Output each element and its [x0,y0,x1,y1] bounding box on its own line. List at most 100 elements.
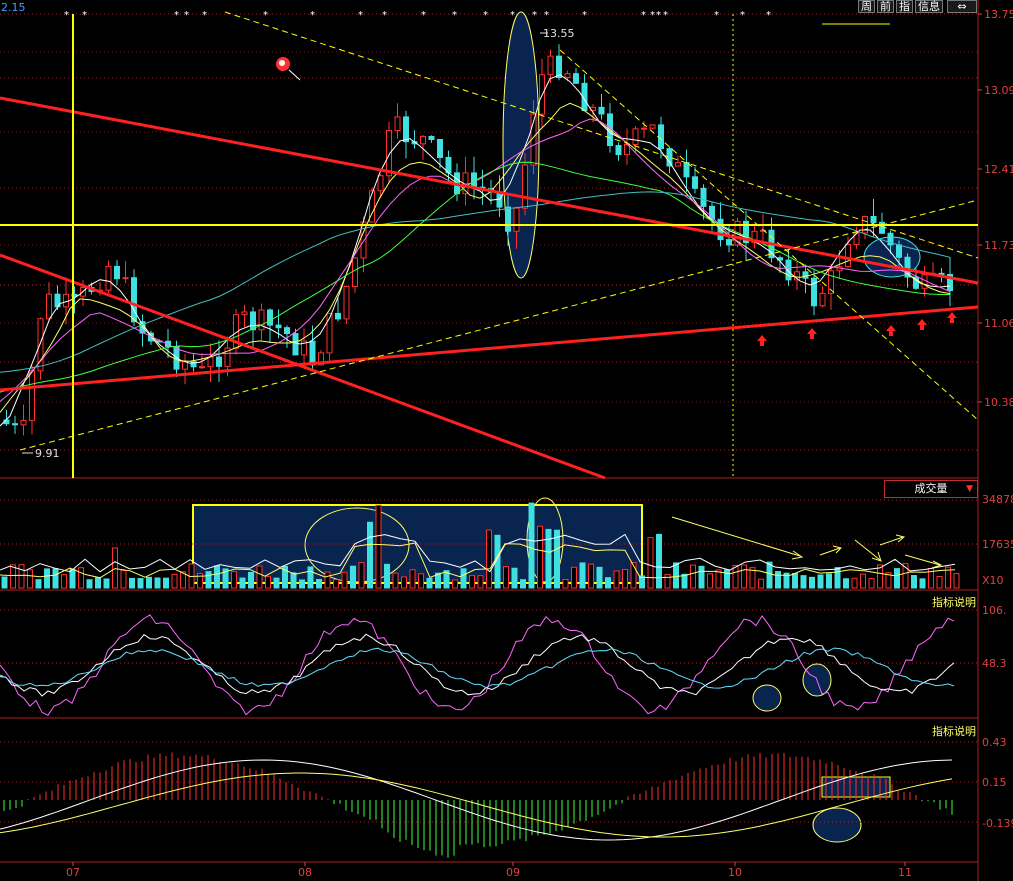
candle-body [63,293,69,308]
volume-bar [333,579,339,589]
volume-bar [44,568,50,589]
volume-bar [860,573,866,589]
toolbar-button-info[interactable]: 信息 [915,0,943,13]
candle-body [437,138,443,158]
volume-bar [919,578,926,589]
volume-bar [562,578,569,589]
candle-body [352,257,358,287]
toolbar-button-week[interactable]: 周 [858,0,875,13]
candle-body [819,292,826,307]
volume-bar [622,569,628,589]
volume-bar [214,565,220,589]
pin-icon[interactable] [276,57,301,81]
volume-select-label: 成交量 [914,482,948,495]
volume-bar [664,573,671,589]
candle-body [896,244,902,258]
toolbar-button-indicator[interactable]: 指 [896,0,913,13]
volume-bar [129,577,135,589]
candle-body [683,162,690,178]
volume-bar [401,576,407,589]
candle-body [105,265,112,291]
volume-bar [656,533,662,589]
volume-bar [571,566,577,589]
chevron-down-icon: ▼ [966,484,973,494]
toolbar-button-prev[interactable]: 前 [877,0,894,13]
candle-body [207,356,214,368]
candle-body [335,312,341,320]
volume-bar [35,579,42,589]
volume-bar [112,547,118,589]
price-axis-label: 13.09 [984,84,1013,97]
candle-body [615,145,622,156]
volume-axis-max: 34878 [982,493,1013,506]
arrows-icon[interactable]: ⇔ [947,0,977,13]
volume-bar [690,564,696,589]
volume-bar [10,564,16,589]
volume-bar [367,521,373,589]
star-marker: * [714,10,719,21]
event-markers: * * * * * * * * * * * * * * * * * * * * * * * [64,10,771,21]
candle-body [870,215,877,223]
volume-bar [248,571,254,589]
candle-body [649,124,656,129]
volume-bar [596,566,603,589]
date-label-09: 09 [506,866,520,879]
star-marker: * [483,10,488,21]
volume-bar [426,577,433,589]
volume-bar [545,528,552,589]
volume-bar [817,574,824,589]
candle-body [284,327,290,335]
indicator1-help-button[interactable]: 指标说明 [932,594,976,610]
candle-body [428,135,435,140]
volume-indicator-select[interactable]: 成交量 ▼ [884,480,978,498]
macd-axis-mid: 0.15 [982,776,1007,789]
macd-lines [0,759,953,841]
volume-bar [528,502,535,589]
stock-chart[interactable]: * * * * * * * * * * * * * * * * * * * * * * * 13.55 9.91 13.75… [0,0,1013,881]
volume-bar [341,571,348,589]
volume-bar [758,578,764,589]
star-marker: * [382,10,387,21]
indicator2-help-button[interactable]: 指标说明 [932,723,976,739]
volume-bar [205,571,212,589]
volume-bar [460,568,467,589]
volume-arrows [671,516,943,569]
volume-bar [146,576,152,589]
star-marker: * [358,10,363,21]
star-marker: * [641,10,646,21]
candle-body [386,130,392,177]
price-axis-label: 11.06 [984,317,1013,330]
volume-bar [800,575,807,589]
candle-body [556,55,562,79]
dashed-yellow-channel-upper [224,11,979,259]
candle-body [216,356,222,367]
candle-body [122,277,129,280]
star-marker: * [184,10,189,21]
volume-bar [392,572,399,589]
volume-bar [953,573,960,589]
volume-bar [27,569,33,589]
top-left-value: 2.15 [1,1,26,14]
candle-body [326,312,333,354]
volume-bar [520,579,526,589]
volume-bar [324,571,331,589]
volume-bar [477,575,484,589]
volume-bar [154,577,161,589]
volume-bar [61,574,67,589]
candle-body [292,333,299,356]
star-marker: * [663,10,668,21]
candle-body [641,127,647,130]
volume-bar [358,562,365,589]
star-marker: * [64,10,69,21]
candle-body [267,309,273,326]
volume-bar [741,564,747,589]
candle-body [250,311,256,331]
candle-body [199,366,205,369]
star-marker: * [582,10,587,21]
candle-body [12,423,18,426]
price-axis-label: 11.73 [984,239,1013,252]
volume-bar [766,561,773,589]
macd-dea-line [0,772,953,838]
volume-bar [775,571,781,589]
candle-body [675,162,681,167]
